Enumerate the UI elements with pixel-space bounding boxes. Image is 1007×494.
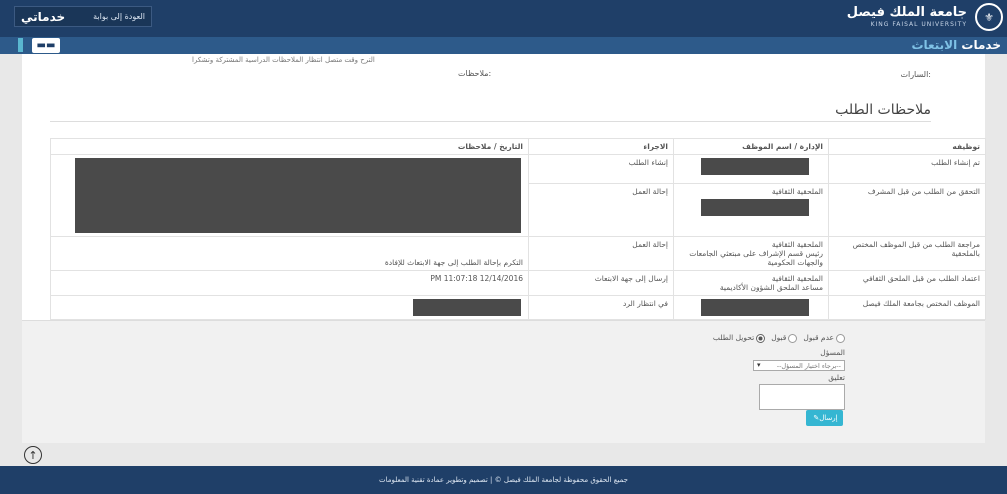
radio-transfer-circle[interactable] xyxy=(756,333,766,343)
cell-action: إنشاء الطلب xyxy=(528,154,674,184)
responsible-label: المسؤل xyxy=(820,348,845,357)
sidebar-toggle-accent xyxy=(18,38,23,52)
cell-dept xyxy=(673,295,829,320)
radio-reject-label: عدم قبول xyxy=(803,333,834,342)
services-title-accent: الابتعاث xyxy=(911,38,958,52)
responsible-select[interactable]: --برجاء اختيار المسؤل-- ▾ xyxy=(753,360,845,371)
section-title: ملاحظات الطلب xyxy=(835,102,931,118)
cell-dept-subtext: مساعد الملحق الشؤون الأكاديمية xyxy=(719,283,823,292)
table-row: تم إنشاء الطلب إنشاء الطلب xyxy=(50,154,986,237)
university-logo-icon[interactable]: ⚜ xyxy=(975,3,1003,31)
section-divider xyxy=(50,121,931,122)
radio-reject-circle[interactable] xyxy=(836,333,845,343)
cell-step: التحقق من الطلب من قبل المشرف xyxy=(828,182,986,238)
notes-label: ملاحظات: xyxy=(458,69,492,78)
cell-note xyxy=(50,295,529,320)
comment-label: تعليق xyxy=(828,373,845,382)
cell-dept-text: الملحقية الثقافية xyxy=(771,274,823,283)
send-button[interactable]: ✎ إرسال xyxy=(806,410,843,426)
partial-text: الترح وقت متصل انتظار الملاحظات الدراسية… xyxy=(192,56,375,64)
menu-toggle-button[interactable]: ▬▬ xyxy=(32,38,60,53)
portal-box: خدماتي العودة إلى بوابة xyxy=(14,6,152,27)
table-row: اعتماد الطلب من قبل الملحق الثقافي الملح… xyxy=(50,270,986,296)
menu-icon: ▬▬ xyxy=(36,40,56,51)
radio-transfer-label: تحويل الطلب xyxy=(712,333,755,342)
table-row: الموظف المختص بجامعة الملك فيصل في انتظا… xyxy=(50,295,986,320)
cell-note: التكرم بإحالة الطلب إلى جهة الابتعاث للإ… xyxy=(50,236,529,271)
main-content: الترح وقت متصل انتظار الملاحظات الدراسية… xyxy=(22,54,986,443)
column-header: الإدارة / اسم الموظف xyxy=(673,138,829,155)
column-header: توظيفه xyxy=(828,138,986,155)
cell-dept-subtext: رئيس قسم الإشراف على مبتعثي الجامعات وال… xyxy=(689,249,823,267)
notes-table: توظيفه الإدارة / اسم الموظف الاجراء التا… xyxy=(50,138,986,320)
radio-accept-label: قبول xyxy=(771,333,787,342)
redacted-block xyxy=(413,299,521,316)
action-form: عدم قبول قبول تحويل الطلب المسؤل --برجاء… xyxy=(22,320,985,443)
services-bar: خدمات الابتعاث ▬▬ xyxy=(0,37,1007,54)
radio-transfer[interactable]: تحويل الطلب xyxy=(712,333,766,343)
cell-action: إرسال إلى جهة الابتعاث xyxy=(528,270,674,296)
send-button-label: إرسال xyxy=(819,414,838,422)
cell-action: إحالة العمل xyxy=(528,182,674,238)
arrow-up-icon: ↑ xyxy=(28,448,38,462)
column-header: التاريخ / ملاحظات xyxy=(50,138,529,155)
redacted-block xyxy=(701,299,809,316)
cell-dept xyxy=(673,154,829,184)
cell-action: إحالة العمل xyxy=(528,236,674,271)
table-row: مراجعة الطلب من قبل الموظف المختص بالملح… xyxy=(50,236,986,271)
cell-dept: الملحقية الثقافية رئيس قسم الإشراف على م… xyxy=(673,236,829,271)
footer-text: جميع الحقوق محفوظة لجامعة الملك فيصل © |… xyxy=(379,476,628,484)
radio-accept[interactable]: قبول xyxy=(771,333,798,343)
portal-brand[interactable]: خدماتي xyxy=(21,10,65,24)
cell-dept-text: الملحقية الثقافية xyxy=(771,240,823,249)
column-header: الاجراء xyxy=(528,138,674,155)
responsible-select-value: --برجاء اختيار المسؤل-- xyxy=(776,362,841,370)
cell-step: الموظف المختص بجامعة الملك فيصل xyxy=(828,295,986,320)
footer: جميع الحقوق محفوظة لجامعة الملك فيصل © |… xyxy=(0,466,1007,494)
services-title-main: خدمات xyxy=(961,38,1001,52)
status-label: السارات: xyxy=(900,70,931,79)
university-name-en: KING FAISAL UNIVERSITY xyxy=(870,21,967,28)
cell-step: تم إنشاء الطلب xyxy=(828,154,986,184)
chevron-down-icon: ▾ xyxy=(757,361,761,369)
table-header-row: توظيفه الإدارة / اسم الموظف الاجراء التا… xyxy=(50,138,986,155)
cell-dept: الملحقية الثقافية مساعد الملحق الشؤون ال… xyxy=(673,270,829,296)
redacted-block xyxy=(701,198,809,216)
radio-reject[interactable]: عدم قبول xyxy=(803,333,845,343)
back-to-portal-link[interactable]: العودة إلى بوابة xyxy=(93,12,145,21)
cell-step: اعتماد الطلب من قبل الملحق الثقافي xyxy=(828,270,986,296)
redacted-block xyxy=(75,158,521,233)
cell-note xyxy=(50,154,529,237)
cell-dept-text: الملحقية الثقافية xyxy=(771,186,823,196)
university-name: جامعة الملك فيصل xyxy=(846,5,967,20)
cell-note: PM 11:07:18 12/14/2016 xyxy=(50,270,529,296)
comment-textarea[interactable] xyxy=(759,384,845,410)
cell-action: في انتظار الرد xyxy=(528,295,674,320)
redacted-block xyxy=(701,158,809,175)
top-header: ⚜ جامعة الملك فيصل KING FAISAL UNIVERSIT… xyxy=(0,0,1007,37)
services-title: خدمات الابتعاث xyxy=(911,38,1001,52)
cell-dept: الملحقية الثقافية xyxy=(673,182,829,238)
radio-accept-circle[interactable] xyxy=(788,333,798,343)
scroll-top-button[interactable]: ↑ xyxy=(24,446,42,464)
decision-radio-group: عدم قبول قبول تحويل الطلب xyxy=(713,333,845,343)
cell-step: مراجعة الطلب من قبل الموظف المختص بالملح… xyxy=(828,236,986,271)
